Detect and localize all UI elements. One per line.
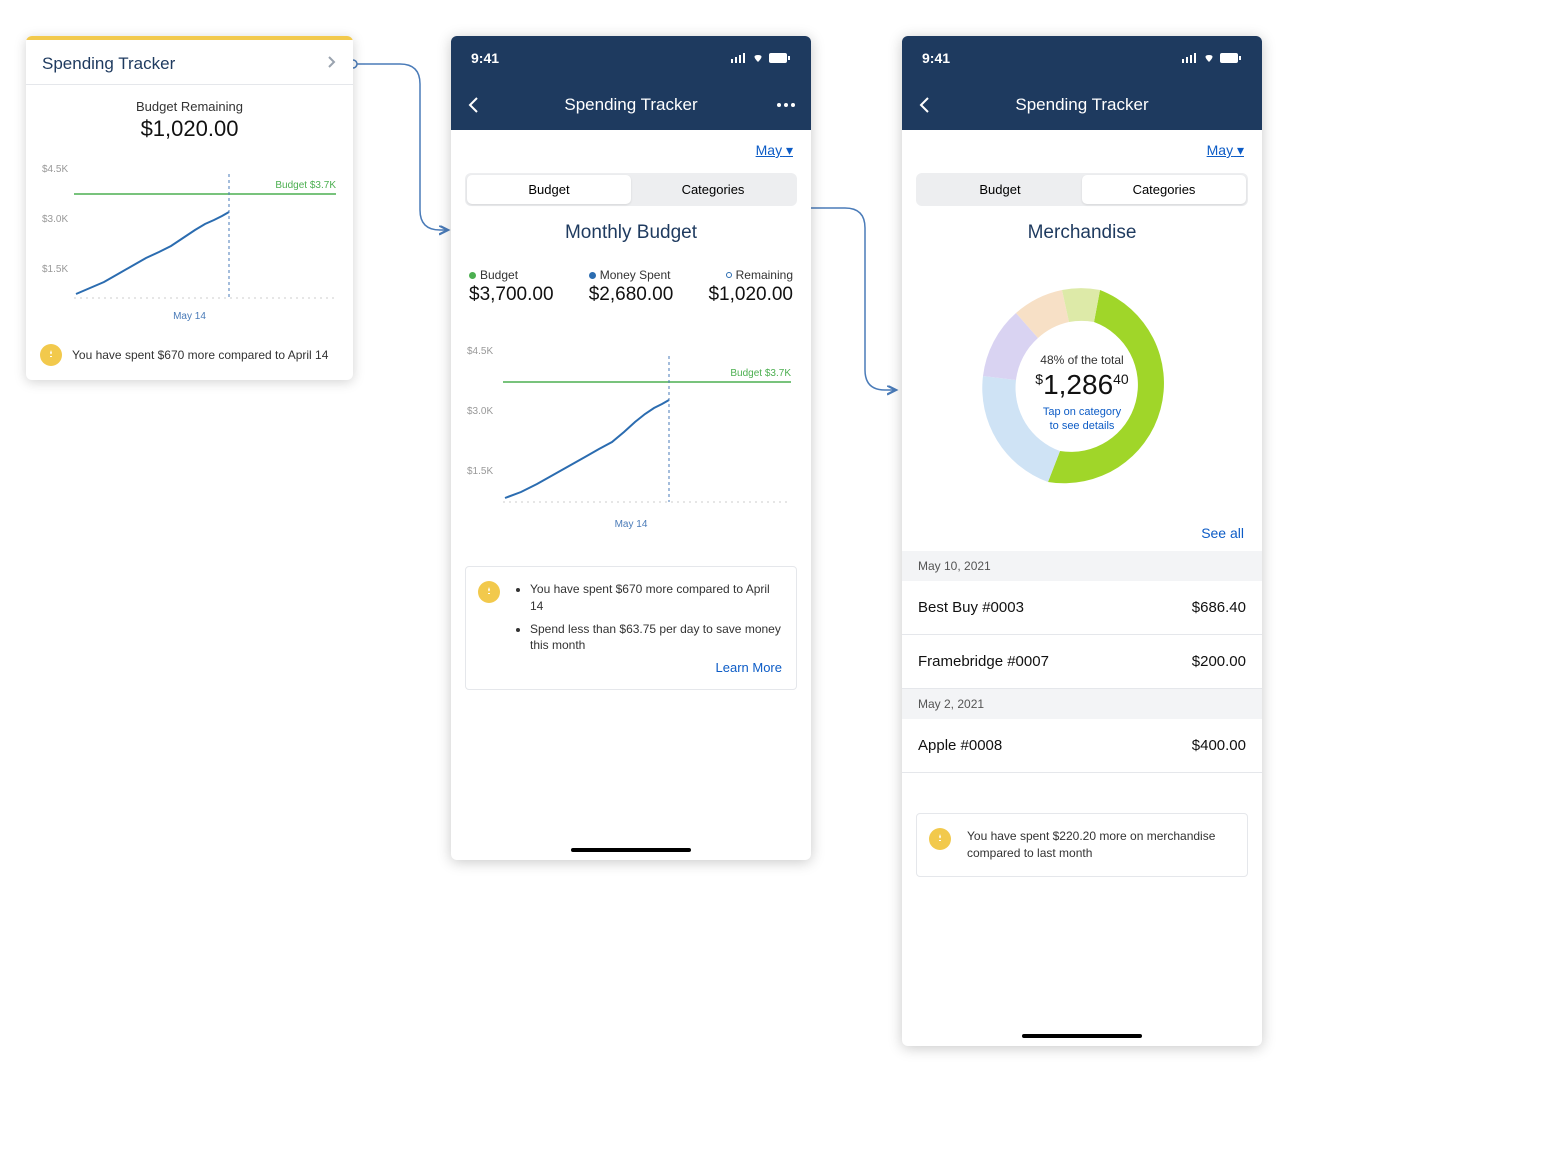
- caret-down-icon: ▾: [786, 142, 793, 158]
- learn-more-link[interactable]: Learn More: [480, 660, 782, 675]
- widget-title: Spending Tracker: [42, 54, 175, 74]
- tx-name: Apple #0008: [918, 737, 1002, 754]
- donut-chart[interactable]: 48% of the total $1,28640 Tap on categor…: [902, 268, 1262, 521]
- tx-name: Best Buy #0003: [918, 599, 1024, 616]
- tx-name: Framebridge #0007: [918, 653, 1049, 670]
- tx-amount: $686.40: [1192, 599, 1246, 616]
- dot-icon: [469, 272, 476, 279]
- lightbulb-icon: [478, 581, 500, 603]
- donut-hint: Tap on categoryto see details: [1035, 405, 1128, 434]
- status-time: 9:41: [471, 50, 499, 66]
- month-selector[interactable]: May ▾: [451, 130, 811, 167]
- tip-text: You have spent $670 more compared to Apr…: [72, 348, 328, 362]
- svg-text:$1.5K: $1.5K: [42, 264, 68, 275]
- more-button[interactable]: [765, 103, 795, 107]
- home-indicator[interactable]: [1022, 1034, 1142, 1038]
- lightbulb-icon: [40, 344, 62, 366]
- tx-amount: $200.00: [1192, 653, 1246, 670]
- chart-date-marker: May 14: [40, 311, 339, 322]
- home-indicator[interactable]: [571, 848, 691, 852]
- date-header: May 2, 2021: [902, 689, 1262, 719]
- nav-bar: Spending Tracker: [902, 80, 1262, 130]
- lightbulb-icon: [929, 828, 951, 850]
- back-button[interactable]: [467, 96, 497, 114]
- dot-icon: [589, 272, 596, 279]
- phone-budget: 9:41 Spending Tracker May ▾ Budget Categ…: [451, 36, 811, 860]
- signal-icon: [1182, 53, 1198, 63]
- tips-box: You have spent $670 more compared to Apr…: [465, 566, 797, 690]
- transaction-row[interactable]: Best Buy #0003 $686.40: [902, 581, 1262, 635]
- month-label: May: [756, 142, 782, 158]
- status-time: 9:41: [922, 50, 950, 66]
- chevron-left-icon: [918, 96, 930, 114]
- svg-text:$4.5K: $4.5K: [42, 164, 68, 175]
- battery-icon: [1220, 53, 1242, 63]
- wifi-icon: [1202, 53, 1216, 63]
- donut-amount: $1,28640: [1035, 369, 1128, 401]
- nav-title: Spending Tracker: [564, 95, 697, 115]
- month-label: May: [1207, 142, 1233, 158]
- transaction-row[interactable]: Apple #0008 $400.00: [902, 719, 1262, 773]
- chevron-left-icon: [467, 96, 479, 114]
- widget-tip: You have spent $670 more compared to Apr…: [26, 328, 353, 380]
- chevron-right-icon: [327, 55, 337, 74]
- date-header: May 10, 2021: [902, 551, 1262, 581]
- svg-text:Budget $3.7K: Budget $3.7K: [730, 368, 791, 379]
- month-selector[interactable]: May ▾: [902, 130, 1262, 167]
- tip-item: Spend less than $63.75 per day to save m…: [530, 621, 782, 655]
- battery-icon: [769, 53, 791, 63]
- tab-categories[interactable]: Categories: [1082, 175, 1246, 204]
- tip-text: You have spent $220.20 more on merchandi…: [967, 829, 1215, 860]
- tips-box: You have spent $220.20 more on merchandi…: [916, 813, 1248, 877]
- svg-text:$4.5K: $4.5K: [467, 346, 493, 357]
- stat-spent: Money Spent $2,680.00: [589, 268, 674, 306]
- status-icons: [1182, 53, 1242, 63]
- spending-widget: Spending Tracker Budget Remaining $1,020…: [26, 36, 353, 380]
- section-title: Monthly Budget: [451, 222, 811, 244]
- status-icons: [731, 53, 791, 63]
- dot-icon: [726, 272, 732, 278]
- budget-remaining-label: Budget Remaining: [26, 99, 353, 114]
- tab-budget[interactable]: Budget: [918, 175, 1082, 204]
- stat-budget: Budget $3,700.00: [469, 268, 554, 306]
- tip-item: You have spent $670 more compared to Apr…: [530, 581, 782, 615]
- donut-pct-label: 48% of the total: [1035, 353, 1128, 367]
- more-icon: [777, 103, 795, 107]
- section-title: Merchandise: [902, 222, 1262, 244]
- see-all-link[interactable]: See all: [902, 521, 1262, 551]
- segmented-control: Budget Categories: [916, 173, 1248, 206]
- svg-text:$3.0K: $3.0K: [467, 406, 493, 417]
- budget-chart: $4.5K $3.0K $1.5K Budget $3.7K May 14: [451, 314, 811, 534]
- budget-remaining: Budget Remaining $1,020.00: [26, 85, 353, 146]
- segmented-control: Budget Categories: [465, 173, 797, 206]
- widget-chart: $4.5K $3.0K $1.5K Budget $3.7K May 14: [26, 146, 353, 328]
- nav-title: Spending Tracker: [1015, 95, 1148, 115]
- tab-categories[interactable]: Categories: [631, 175, 795, 204]
- svg-text:$1.5K: $1.5K: [467, 466, 493, 477]
- tx-amount: $400.00: [1192, 737, 1246, 754]
- transaction-row[interactable]: Framebridge #0007 $200.00: [902, 635, 1262, 689]
- donut-center: 48% of the total $1,28640 Tap on categor…: [1035, 353, 1128, 434]
- tab-budget[interactable]: Budget: [467, 175, 631, 204]
- status-bar: 9:41: [902, 36, 1262, 80]
- svg-text:$3.0K: $3.0K: [42, 214, 68, 225]
- back-button[interactable]: [918, 96, 948, 114]
- budget-stats: Budget $3,700.00 Money Spent $2,680.00 R…: [451, 268, 811, 306]
- signal-icon: [731, 53, 747, 63]
- svg-text:Budget $3.7K: Budget $3.7K: [275, 180, 336, 191]
- widget-header[interactable]: Spending Tracker: [26, 40, 353, 85]
- wifi-icon: [751, 53, 765, 63]
- stat-remaining: Remaining $1,020.00: [708, 268, 793, 306]
- caret-down-icon: ▾: [1237, 142, 1244, 158]
- chart-date-marker: May 14: [465, 519, 797, 530]
- budget-remaining-value: $1,020.00: [26, 116, 353, 142]
- phone-categories: 9:41 Spending Tracker May ▾ Budget Categ…: [902, 36, 1262, 1046]
- status-bar: 9:41: [451, 36, 811, 80]
- tips-list: You have spent $670 more compared to Apr…: [518, 581, 782, 654]
- nav-bar: Spending Tracker: [451, 80, 811, 130]
